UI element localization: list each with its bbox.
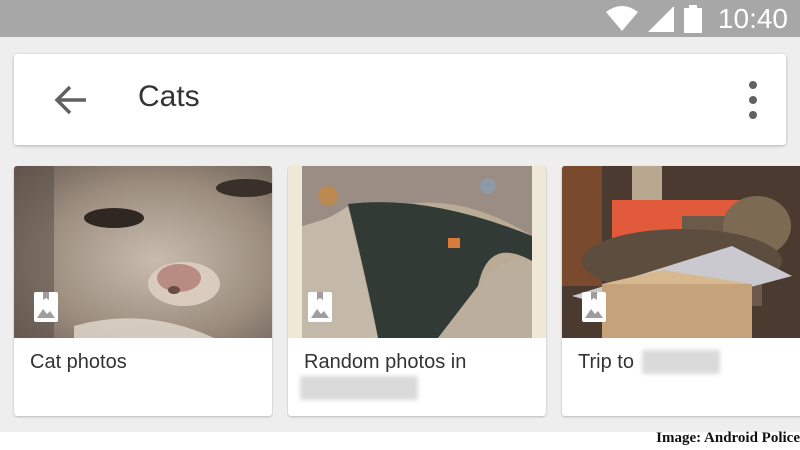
- album-card-cat-photos[interactable]: Cat photos: [14, 166, 272, 416]
- wifi-icon: [605, 5, 638, 31]
- battery-icon: [683, 4, 702, 33]
- app-toolbar: Cats: [14, 54, 786, 145]
- album-icon: [308, 292, 332, 322]
- image-credit: Image: Android Police: [656, 430, 800, 446]
- album-icon: [582, 292, 606, 322]
- back-button[interactable]: [52, 84, 92, 116]
- album-icon: [34, 292, 58, 322]
- album-card-trip[interactable]: Trip to: [562, 166, 800, 416]
- signal-icon: [647, 5, 674, 32]
- album-title: Cat photos: [30, 351, 127, 374]
- redacted-text: [642, 350, 720, 374]
- status-time: 10:40: [717, 2, 788, 34]
- page-title: Cats: [138, 80, 200, 113]
- more-options-button[interactable]: [746, 80, 760, 120]
- album-title: Random photos in: [304, 351, 466, 374]
- album-title: Trip to: [578, 351, 634, 374]
- redacted-text: [300, 376, 418, 400]
- arrow-back-icon: [54, 85, 86, 115]
- more-vert-icon: [749, 81, 757, 119]
- album-card-random-photos[interactable]: Random photos in: [288, 166, 546, 416]
- status-bar: 10:40: [0, 0, 800, 37]
- album-title-text: Trip to: [578, 351, 634, 373]
- album-title-text: Cat photos: [30, 351, 127, 373]
- album-title-text: Random photos in: [304, 351, 467, 373]
